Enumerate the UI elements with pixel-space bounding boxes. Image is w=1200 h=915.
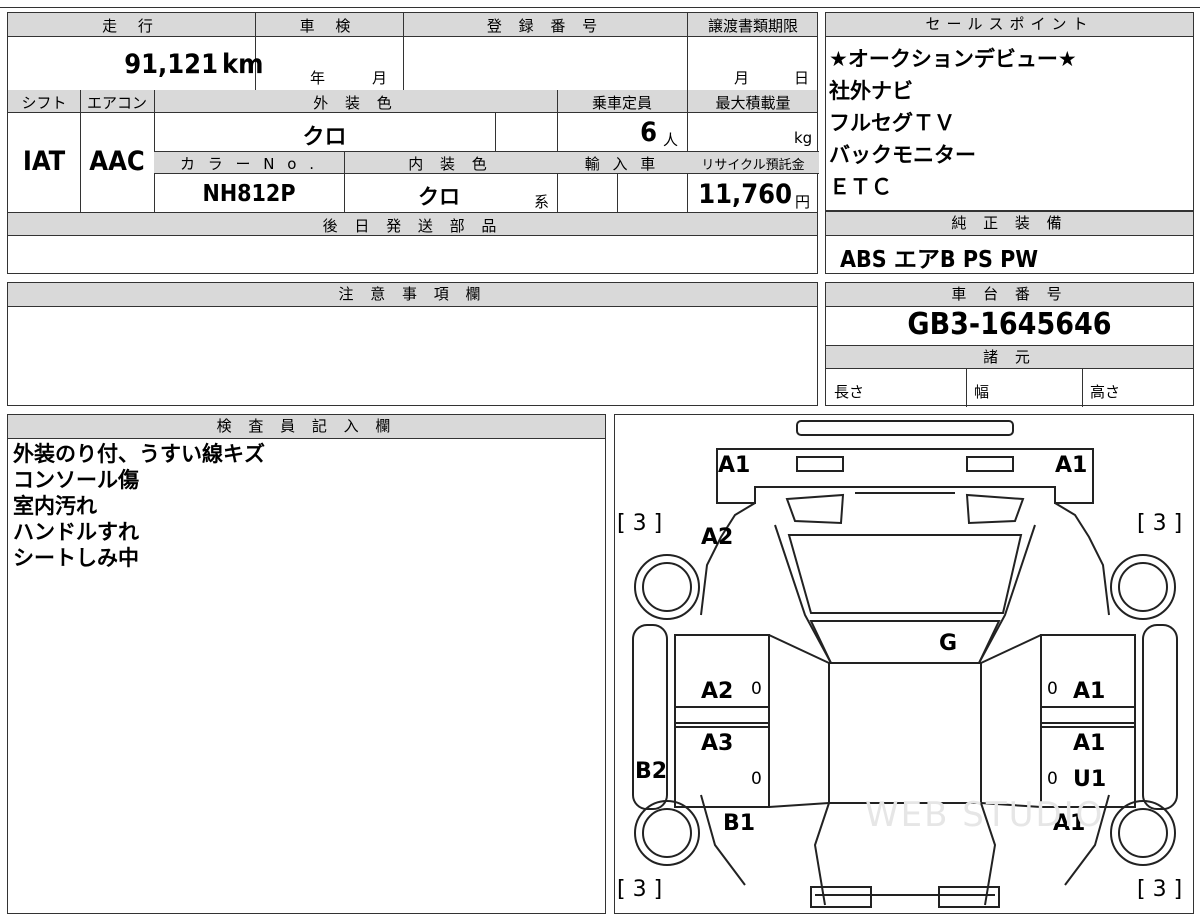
caution-label: 注 意 事 項 欄 [8, 283, 817, 307]
tire-mark-rl: [ 3 ] [617, 877, 663, 902]
tire-mark-fl: [ 3 ] [617, 511, 663, 536]
watermark: WEB STUDIO [865, 795, 1105, 835]
vehicle-diagram-box: A1 A1 [ 3 ] [ 3 ] A2 G A2 0 A3 0 B2 B1 A… [614, 414, 1194, 914]
equipment-box: 純 正 装 備 ABS エアB PS PW [825, 211, 1194, 274]
note-line: シートしみ中 [13, 546, 139, 570]
capacity-unit: 人 [663, 131, 679, 149]
sales-line: ★オークションデビュー★ [829, 47, 1077, 71]
vehicle-info-table: 走 行 車 検 登 録 番 号 譲渡書類期限 91,121 km 年 月 月 日… [7, 12, 819, 274]
recycle-unit: 円 [795, 193, 811, 211]
max-load-label: 最大積載量 [715, 94, 791, 112]
later-parts-label: 後 日 発 送 部 品 [322, 217, 503, 235]
interior-color-value: クロ [418, 185, 460, 209]
import-label: 輸 入 車 [584, 155, 660, 173]
note-line: 外装のり付、うすい線キズ [13, 442, 265, 466]
shift-label: シフト [21, 94, 67, 112]
transfer-day: 日 [794, 69, 810, 87]
inspector-notes-label: 検 査 員 記 入 欄 [8, 415, 605, 439]
capacity-label: 乗車定員 [591, 94, 652, 112]
equipment-value: ABS エアB PS PW [840, 247, 1039, 273]
aircon-label: エアコン [86, 94, 147, 112]
inspector-notes-box: 検 査 員 記 入 欄 外装のり付、うすい線キズ コンソール傷 室内汚れ ハンド… [7, 414, 606, 914]
aircon-value: AAC [89, 146, 145, 177]
specs-label: 諸 元 [826, 345, 1193, 369]
mark-left-front-door: A2 [701, 679, 734, 704]
mark-front-left: A1 [718, 453, 751, 478]
sales-points-list: ★オークションデビュー★ 社外ナビ フルセグＴＶ バックモニター ＥＴＣ [829, 43, 1189, 203]
tire-mark-fr: [ 3 ] [1137, 511, 1183, 536]
note-line: ハンドルすれ [13, 520, 139, 544]
inspection-year: 年 [310, 69, 326, 87]
mileage-value: 91,121 [124, 49, 218, 80]
chassis-box: 車 台 番 号 GB3-1645646 諸 元 長さ 幅 高さ [825, 282, 1194, 407]
sales-line: フルセグＴＶ [829, 111, 955, 135]
mileage-label: 走 行 [102, 17, 161, 35]
vehicle-diagram [632, 420, 1178, 908]
transfer-deadline-label: 譲渡書類期限 [707, 17, 798, 35]
spec-width: 幅 [974, 383, 990, 401]
caution-box: 注 意 事 項 欄 [7, 282, 818, 406]
mark-right-rear-second: U1 [1073, 767, 1107, 792]
mark-hood-glass: G [939, 631, 958, 656]
mark-front-left-fender: A2 [701, 525, 734, 550]
exterior-color-value: クロ [302, 125, 347, 150]
chassis-value: GB3-1645646 [907, 307, 1112, 342]
mark-right-rear-door: A1 [1073, 731, 1106, 756]
recycle-label: リサイクル預託金 [701, 158, 805, 173]
sales-points-label: セールスポイント [826, 13, 1193, 37]
interior-color-label: 内 装 色 [408, 155, 493, 173]
color-no-value: NH812P [202, 181, 296, 207]
color-no-label: カ ラ ー N o . [179, 155, 318, 173]
mark-right-front-door: A1 [1073, 679, 1106, 704]
mark-left-rear-fender: B1 [723, 811, 756, 836]
sales-points-box: セールスポイント ★オークションデビュー★ 社外ナビ フルセグＴＶ バックモニタ… [825, 12, 1194, 211]
max-load-unit: kg [794, 129, 813, 147]
tire-mark-rr: [ 3 ] [1137, 877, 1183, 902]
note-line: 室内汚れ [13, 494, 97, 518]
mileage-unit: km [222, 49, 264, 80]
transfer-month: 月 [734, 69, 750, 87]
zero-mark: 0 [1047, 769, 1058, 789]
recycle-value: 11,760 [698, 179, 792, 210]
sales-line: バックモニター [829, 143, 976, 167]
zero-mark: 0 [751, 769, 762, 789]
note-line: コンソール傷 [13, 468, 139, 492]
equipment-label: 純 正 装 備 [826, 212, 1193, 236]
mark-left-rocker: B2 [635, 759, 668, 784]
interior-color-suffix: 系 [534, 193, 550, 211]
registration-label: 登 録 番 号 [486, 17, 604, 35]
sales-line: 社外ナビ [829, 79, 913, 103]
inspector-notes-list: 外装のり付、うすい線キズ コンソール傷 室内汚れ ハンドルすれ シートしみ中 [13, 441, 265, 571]
top-cut-row [0, 0, 1200, 8]
capacity-value: 6 [640, 117, 657, 148]
chassis-label: 車 台 番 号 [826, 283, 1193, 307]
spec-height: 高さ [1090, 383, 1121, 401]
exterior-color-label: 外 装 色 [313, 94, 398, 112]
mark-left-rear-door: A3 [701, 731, 734, 756]
spec-length: 長さ [834, 383, 865, 401]
mark-front-right: A1 [1055, 453, 1088, 478]
sales-line: ＥＴＣ [829, 175, 892, 199]
shift-value: IAT [22, 146, 66, 177]
inspection-label: 車 検 [299, 17, 359, 35]
inspection-month: 月 [372, 69, 388, 87]
zero-mark: 0 [1047, 679, 1058, 699]
zero-mark: 0 [751, 679, 762, 699]
